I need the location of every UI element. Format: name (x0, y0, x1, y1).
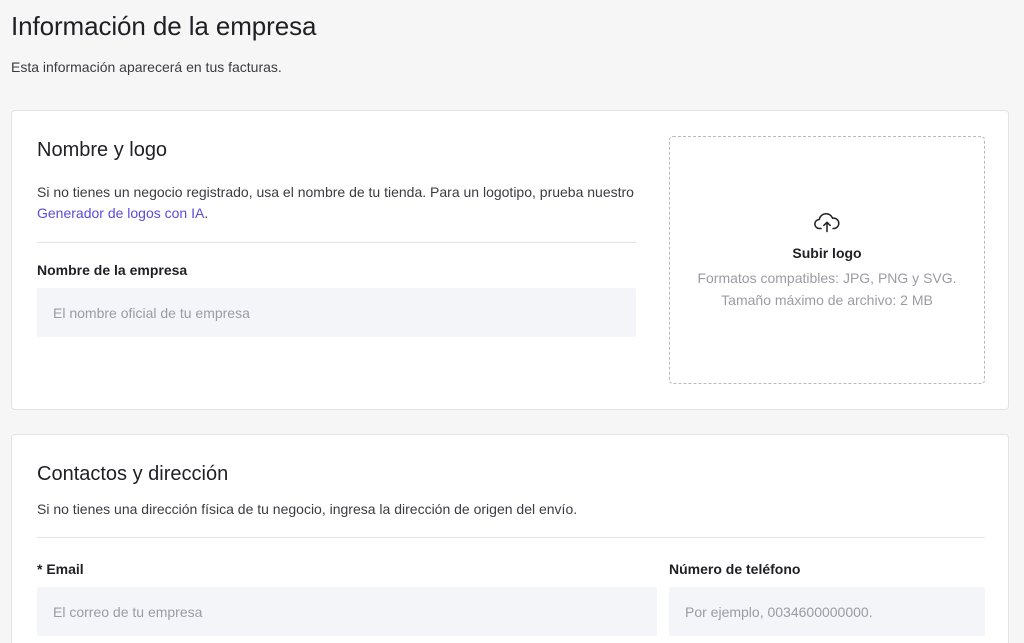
name-logo-card: Nombre y logo Si no tienes un negocio re… (11, 110, 1009, 410)
company-name-label: Nombre de la empresa (37, 262, 188, 278)
name-logo-divider (37, 242, 636, 243)
page-subtitle: Esta información aparecerá en tus factur… (11, 59, 282, 75)
company-name-input[interactable] (37, 288, 636, 337)
upload-logo-dropzone[interactable]: Subir logo Formatos compatibles: JPG, PN… (669, 136, 985, 384)
email-input[interactable] (37, 587, 657, 636)
upload-formats-hint: Formatos compatibles: JPG, PNG y SVG. (697, 270, 957, 286)
name-logo-description-text: Si no tienes un negocio registrado, usa … (37, 184, 634, 200)
name-logo-description-end: . (204, 205, 209, 221)
contact-address-card: Contactos y dirección Si no tienes una d… (11, 434, 1009, 643)
contact-address-title: Contactos y dirección (37, 463, 229, 485)
contact-address-description: Si no tienes una dirección física de tu … (37, 501, 578, 517)
phone-label: Número de teléfono (669, 561, 801, 577)
cloud-upload-icon (814, 213, 840, 233)
upload-logo-title: Subir logo (792, 245, 862, 261)
name-logo-description: Si no tienes un negocio registrado, usa … (37, 182, 637, 224)
page-title: Información de la empresa (11, 11, 317, 41)
ai-logo-generator-link[interactable]: Generador de logos con IA (37, 205, 204, 221)
name-logo-title: Nombre y logo (37, 139, 168, 161)
contact-address-divider (37, 537, 985, 538)
upload-max-size-hint: Tamaño máximo de archivo: 2 MB (721, 292, 933, 308)
company-info-page: Información de la empresa Esta informaci… (0, 0, 1024, 643)
email-label: * Email (37, 561, 84, 577)
phone-input[interactable] (669, 587, 985, 636)
